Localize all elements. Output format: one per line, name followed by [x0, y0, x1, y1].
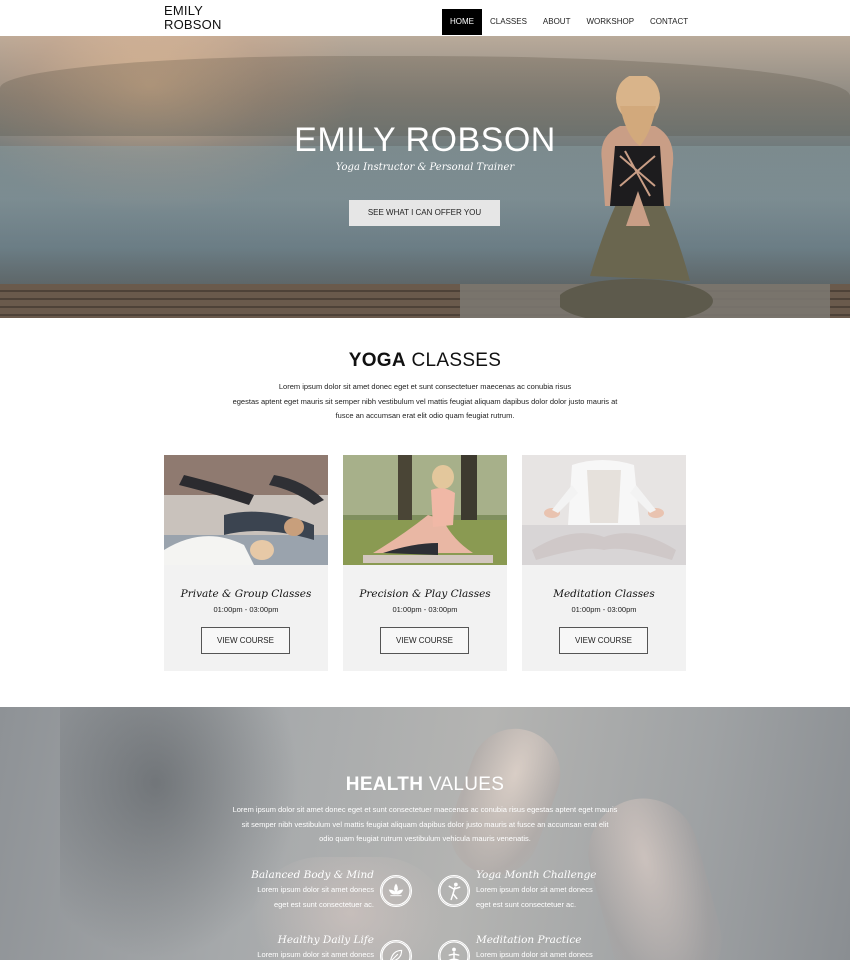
hero-banner: EMILY ROBSON Yoga Instructor & Personal …	[0, 36, 850, 318]
view-course-button[interactable]: VIEW COURSE	[380, 627, 469, 654]
card-title: Precision & Play Classes	[359, 588, 491, 600]
health-description-line: sit semper nibh vestibulum vel mattis fe…	[241, 819, 609, 829]
class-card-private-group: Private & Group Classes 01:00pm - 03:00p…	[164, 455, 328, 671]
card-time: 01:00pm - 03:00pm	[213, 605, 279, 614]
offer-button[interactable]: SEE WHAT I CAN OFFER YOU	[349, 200, 500, 226]
health-description: Lorem ipsum dolor sit amet donec eget et…	[205, 803, 645, 847]
feature-text-line: eget est sunt consectetuer ac.	[476, 899, 577, 909]
health-title: HEALTH VALUES	[0, 774, 850, 796]
classes-description-line: fusce an accumsan erat elit odio quam fe…	[335, 411, 515, 420]
health-description-line: odio quam feugiat rutrum vestibulum vehi…	[319, 834, 531, 843]
feature-title: Balanced Body & Mind	[251, 869, 374, 881]
feature-text-line: Lorem ipsum dolor sit amet donecs	[257, 950, 374, 959]
classes-title-bold: YOGA	[348, 350, 406, 371]
card-title: Meditation Classes	[553, 588, 655, 600]
yoga-woman-image	[560, 76, 713, 318]
card-title: Private & Group Classes	[180, 588, 312, 600]
card-time: 01:00pm - 03:00pm	[392, 605, 458, 614]
nav-about[interactable]: ABOUT	[535, 9, 579, 35]
classes-description-line: egestas aptent eget mauris sit semper ni…	[232, 396, 618, 406]
feature-healthy-daily-life: Healthy Daily Life Lorem ipsum dolor sit…	[200, 934, 374, 960]
nav-home[interactable]: HOME	[442, 9, 482, 35]
feature-text-line: eget est sunt consectetuer ac.	[273, 899, 374, 909]
health-title-rest: VALUES	[423, 774, 505, 795]
view-course-button[interactable]: VIEW COURSE	[559, 627, 648, 654]
feature-meditation-practice: Meditation Practice Lorem ipsum dolor si…	[476, 934, 650, 960]
classes-title-rest: CLASSES	[405, 350, 502, 371]
logo-line-2: ROBSON	[164, 17, 222, 32]
feature-title: Yoga Month Challenge	[476, 869, 597, 881]
main-nav: HOME CLASSES ABOUT WORKSHOP CONTACT	[442, 9, 696, 35]
group-yoga-image	[164, 455, 328, 565]
feature-text: Lorem ipsum dolor sit amet donecs	[476, 948, 593, 960]
site-header: EMILY ROBSON HOME CLASSES ABOUT WORKSHOP…	[0, 0, 850, 36]
logo-line-1: EMILY	[164, 3, 204, 18]
site-logo[interactable]: EMILY ROBSON	[164, 4, 222, 32]
feature-balanced-body: Balanced Body & Mind Lorem ipsum dolor s…	[200, 869, 374, 909]
health-title-bold: HEALTH	[345, 774, 424, 795]
card-time: 01:00pm - 03:00pm	[571, 605, 637, 614]
feature-title: Healthy Daily Life	[277, 934, 374, 946]
meditation-image	[522, 455, 686, 565]
hero-title: EMILY ROBSON	[294, 121, 556, 159]
lotus-icon	[380, 875, 412, 907]
classes-description-line: Lorem ipsum dolor sit amet donec eget et…	[278, 382, 572, 391]
feature-text: Lorem ipsum dolor sit amet donecs	[257, 948, 374, 960]
health-background-hand	[437, 716, 573, 888]
view-course-button[interactable]: VIEW COURSE	[201, 627, 290, 654]
feature-text: Lorem ipsum dolor sit amet donecs eget e…	[476, 883, 593, 912]
nav-contact[interactable]: CONTACT	[642, 9, 696, 35]
yoga-pose-icon	[438, 875, 470, 907]
feature-title: Meditation Practice	[476, 934, 582, 946]
nav-classes[interactable]: CLASSES	[482, 9, 535, 35]
classes-title: YOGA CLASSES	[0, 350, 850, 372]
feature-text-line: Lorem ipsum dolor sit amet donecs	[257, 885, 374, 894]
class-card-meditation: Meditation Classes 01:00pm - 03:00pm VIE…	[522, 455, 686, 671]
feature-text-line: Lorem ipsum dolor sit amet donecs	[476, 950, 593, 959]
class-card-precision-play: Precision & Play Classes 01:00pm - 03:00…	[343, 455, 507, 671]
outdoor-yoga-image	[343, 455, 507, 565]
classes-description: Lorem ipsum dolor sit amet donec eget et…	[200, 380, 650, 424]
feature-text: Lorem ipsum dolor sit amet donecs eget e…	[257, 883, 374, 912]
nav-workshop[interactable]: WORKSHOP	[578, 9, 642, 35]
health-description-line: Lorem ipsum dolor sit amet donec eget et…	[232, 805, 618, 814]
hero-subtitle: Yoga Instructor & Personal Trainer	[335, 162, 515, 173]
feature-text-line: Lorem ipsum dolor sit amet donecs	[476, 885, 593, 894]
feature-yoga-month: Yoga Month Challenge Lorem ipsum dolor s…	[476, 869, 650, 909]
